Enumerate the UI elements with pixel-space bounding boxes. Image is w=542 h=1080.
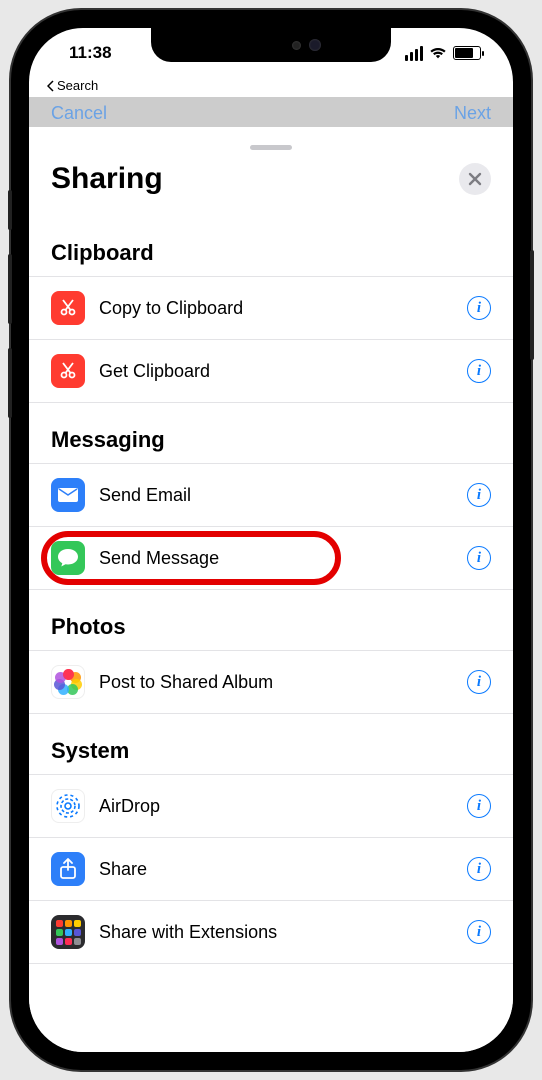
side-buttons-left — [8, 190, 12, 442]
chevron-left-icon — [47, 80, 55, 92]
info-button[interactable]: i — [467, 296, 491, 320]
row-post-shared-album[interactable]: Post to Shared Album i — [29, 650, 513, 714]
cellular-signal-icon — [405, 46, 423, 61]
close-icon — [468, 172, 482, 186]
wifi-icon — [429, 46, 447, 60]
section-clipboard: Clipboard Copy to Clipboard i Get Clipbo… — [29, 216, 513, 403]
section-title: Clipboard — [29, 216, 513, 276]
side-buttons-right — [530, 250, 534, 384]
next-button[interactable]: Next — [454, 103, 491, 127]
row-send-message[interactable]: Send Message i — [29, 526, 513, 590]
notch — [151, 28, 391, 62]
info-button[interactable]: i — [467, 483, 491, 507]
battery-icon — [453, 46, 481, 60]
row-label: Send Email — [99, 485, 467, 506]
row-send-email[interactable]: Send Email i — [29, 463, 513, 526]
section-messaging: Messaging Send Email i Send Message i — [29, 403, 513, 590]
extensions-grid-icon — [51, 915, 85, 949]
status-time: 11:38 — [57, 43, 112, 63]
back-label: Search — [57, 78, 98, 93]
sheet-title: Sharing — [51, 162, 163, 196]
row-label: Get Clipboard — [99, 361, 467, 382]
row-label: Send Message — [99, 548, 467, 569]
sharing-sheet: Sharing Clipboard Copy to Clipboard i — [29, 136, 513, 1052]
envelope-icon — [51, 478, 85, 512]
scissors-icon — [51, 354, 85, 388]
info-button[interactable]: i — [467, 794, 491, 818]
screen: 11:38 Search Cancel Next Sharing — [29, 28, 513, 1052]
info-button[interactable]: i — [467, 670, 491, 694]
section-title: Photos — [29, 590, 513, 650]
row-share[interactable]: Share i — [29, 837, 513, 900]
section-title: System — [29, 714, 513, 774]
message-bubble-icon — [51, 541, 85, 575]
section-title: Messaging — [29, 403, 513, 463]
scissors-icon — [51, 291, 85, 325]
row-label: Copy to Clipboard — [99, 298, 467, 319]
back-to-search[interactable]: Search — [29, 78, 513, 97]
row-copy-to-clipboard[interactable]: Copy to Clipboard i — [29, 276, 513, 339]
section-system: System AirDrop i Share i — [29, 714, 513, 964]
share-arrow-icon — [51, 852, 85, 886]
sheet-grabber[interactable] — [250, 145, 292, 150]
info-button[interactable]: i — [467, 359, 491, 383]
background-modal-nav: Cancel Next — [29, 97, 513, 127]
row-airdrop[interactable]: AirDrop i — [29, 774, 513, 837]
info-button[interactable]: i — [467, 857, 491, 881]
close-button[interactable] — [459, 163, 491, 195]
info-button[interactable]: i — [467, 920, 491, 944]
cancel-button[interactable]: Cancel — [51, 103, 107, 127]
row-get-clipboard[interactable]: Get Clipboard i — [29, 339, 513, 403]
info-button[interactable]: i — [467, 546, 491, 570]
phone-frame: 11:38 Search Cancel Next Sharing — [11, 10, 531, 1070]
row-label: AirDrop — [99, 796, 467, 817]
row-label: Post to Shared Album — [99, 672, 467, 693]
row-share-extensions[interactable]: Share with Extensions i — [29, 900, 513, 964]
row-label: Share with Extensions — [99, 922, 467, 943]
photos-flower-icon — [51, 665, 85, 699]
section-photos: Photos Post t — [29, 590, 513, 714]
row-label: Share — [99, 859, 467, 880]
airdrop-icon — [51, 789, 85, 823]
